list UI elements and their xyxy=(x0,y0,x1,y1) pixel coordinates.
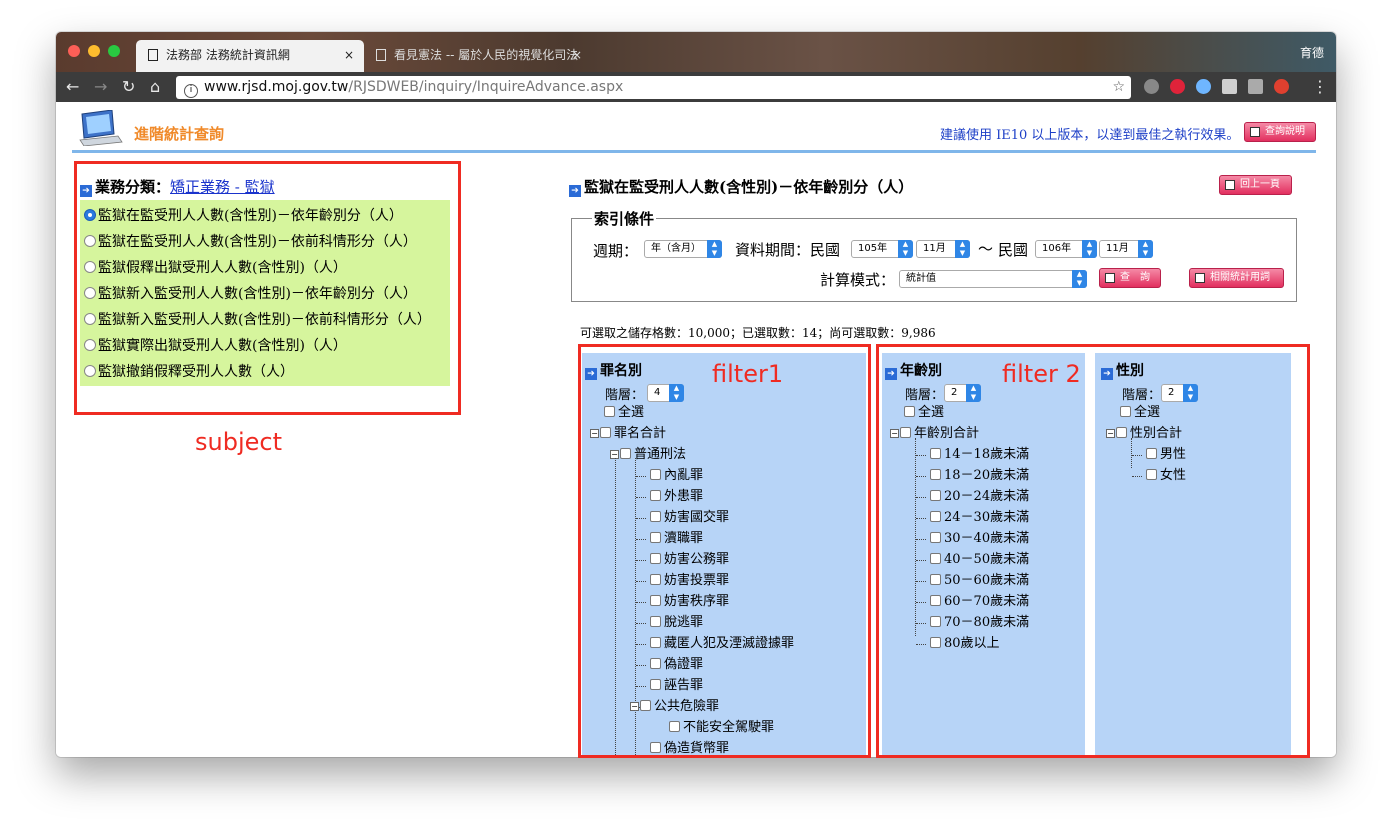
back-page-button[interactable]: 回上一頁 xyxy=(1219,175,1292,195)
site-title: 進階統計查詢 xyxy=(134,125,225,143)
info-icon[interactable]: i xyxy=(184,84,198,98)
to-month-select[interactable]: 11月 ▲ ▼ xyxy=(1099,240,1153,258)
extension-icon[interactable] xyxy=(1222,79,1237,94)
home-icon[interactable]: ⌂ xyxy=(150,76,160,98)
close-tab-icon[interactable]: × xyxy=(344,40,354,70)
tab-title: 法務部 法務統計資訊網 xyxy=(166,48,290,62)
query-button[interactable]: 查 詢 xyxy=(1099,268,1161,288)
chevron-up-down-icon: ▲ ▼ xyxy=(1072,270,1087,288)
close-window-button[interactable] xyxy=(68,45,80,57)
back-icon[interactable]: ← xyxy=(66,76,79,98)
subject-annotation-box xyxy=(74,161,461,415)
to-year-select[interactable]: 106年 ▲ ▼ xyxy=(1035,240,1097,258)
related-terms-button[interactable]: 相關統計用詞 xyxy=(1189,268,1284,288)
calc-mode-select[interactable]: 統計值 ▲ ▼ xyxy=(899,270,1087,288)
to-label: 民國 xyxy=(998,241,1029,259)
site-header: 進階統計查詢 建議使用 IE10 以上版本，以達到最佳之執行效果。 查詢說明 xyxy=(56,102,1336,154)
extension-icon[interactable] xyxy=(1248,79,1263,94)
tab-moj-stats[interactable]: 法務部 法務統計資訊網 × xyxy=(136,40,364,72)
title-bar: 法務部 法務統計資訊網 × 看見憲法 -- 屬於人民的視覺化司法 × 育德 xyxy=(56,32,1336,72)
pocket-icon[interactable] xyxy=(1144,79,1159,94)
monitor-icon xyxy=(1225,180,1235,190)
chevron-up-down-icon: ▲ ▼ xyxy=(707,240,722,258)
url-host: www.rjsd.moj.gov.tw xyxy=(204,79,349,95)
tab-constitution[interactable]: 看見憲法 -- 屬於人民的視覺化司法 × xyxy=(364,40,592,72)
arrow-right-icon: ➔ xyxy=(569,185,581,197)
browser-recommendation: 建議使用 IE10 以上版本，以達到最佳之執行效果。 xyxy=(940,128,1240,143)
index-conditions-legend: 索引條件 xyxy=(592,208,657,229)
adblock-icon[interactable] xyxy=(1274,79,1289,94)
react-devtools-icon[interactable] xyxy=(1196,79,1211,94)
period-label: 週期： xyxy=(593,242,639,260)
reload-icon[interactable]: ↻ xyxy=(122,76,135,98)
minimize-window-button[interactable] xyxy=(88,45,100,57)
maximize-window-button[interactable] xyxy=(108,45,120,57)
address-bar[interactable]: i www.rjsd.moj.gov.tw/RJSDWEB/inquiry/Inq… xyxy=(176,76,1131,99)
monitor-icon xyxy=(1105,273,1115,283)
filter2-annotation-label: filter 2 xyxy=(1002,360,1081,388)
main-title: ➔ 監獄在監受刑人人數(含性別)－依年齡別分（人） xyxy=(569,176,913,197)
header-divider xyxy=(72,150,1316,153)
monitor-icon xyxy=(1195,273,1205,283)
chevron-up-down-icon: ▲ ▼ xyxy=(955,240,970,258)
filter1-annotation-box xyxy=(578,344,871,758)
document-icon xyxy=(148,49,158,61)
profile-name[interactable]: 育德 xyxy=(1300,44,1324,61)
from-year-select[interactable]: 105年 ▲ ▼ xyxy=(851,240,913,258)
url-path: /RJSDWEB/inquiry/InquireAdvance.aspx xyxy=(348,79,624,95)
range-separator: ～ xyxy=(978,240,994,258)
filter2-annotation-box xyxy=(876,344,1310,758)
monitor-icon xyxy=(1250,127,1260,137)
tab-title: 看見憲法 -- 屬於人民的視覺化司法 xyxy=(394,48,579,62)
index-conditions-box xyxy=(571,218,1297,302)
bookmark-star-icon[interactable]: ☆ xyxy=(1112,76,1125,99)
computer-logo-icon xyxy=(79,110,123,146)
chevron-up-down-icon: ▲ ▼ xyxy=(1082,240,1097,258)
cell-count-text: 可選取之儲存格數：10,000；已選取數：14；尚可選取數：9,986 xyxy=(580,326,936,340)
filter1-annotation-label: filter1 xyxy=(712,360,784,388)
from-month-select[interactable]: 11月 ▲ ▼ xyxy=(916,240,970,258)
range-label: 資料期間：民國 xyxy=(735,241,841,259)
subject-annotation-label: subject xyxy=(195,428,282,456)
help-button[interactable]: 查詢說明 xyxy=(1244,122,1316,142)
forward-icon[interactable]: → xyxy=(94,76,107,98)
chevron-up-down-icon: ▲ ▼ xyxy=(898,240,913,258)
document-icon xyxy=(376,49,386,61)
pinterest-icon[interactable] xyxy=(1170,79,1185,94)
calc-mode-label: 計算模式： xyxy=(820,271,896,289)
period-select[interactable]: 年（含月） ▲ ▼ xyxy=(644,240,722,258)
menu-icon[interactable]: ⋮ xyxy=(1312,76,1328,98)
chevron-up-down-icon: ▲ ▼ xyxy=(1138,240,1153,258)
close-tab-icon[interactable]: × xyxy=(572,40,582,70)
